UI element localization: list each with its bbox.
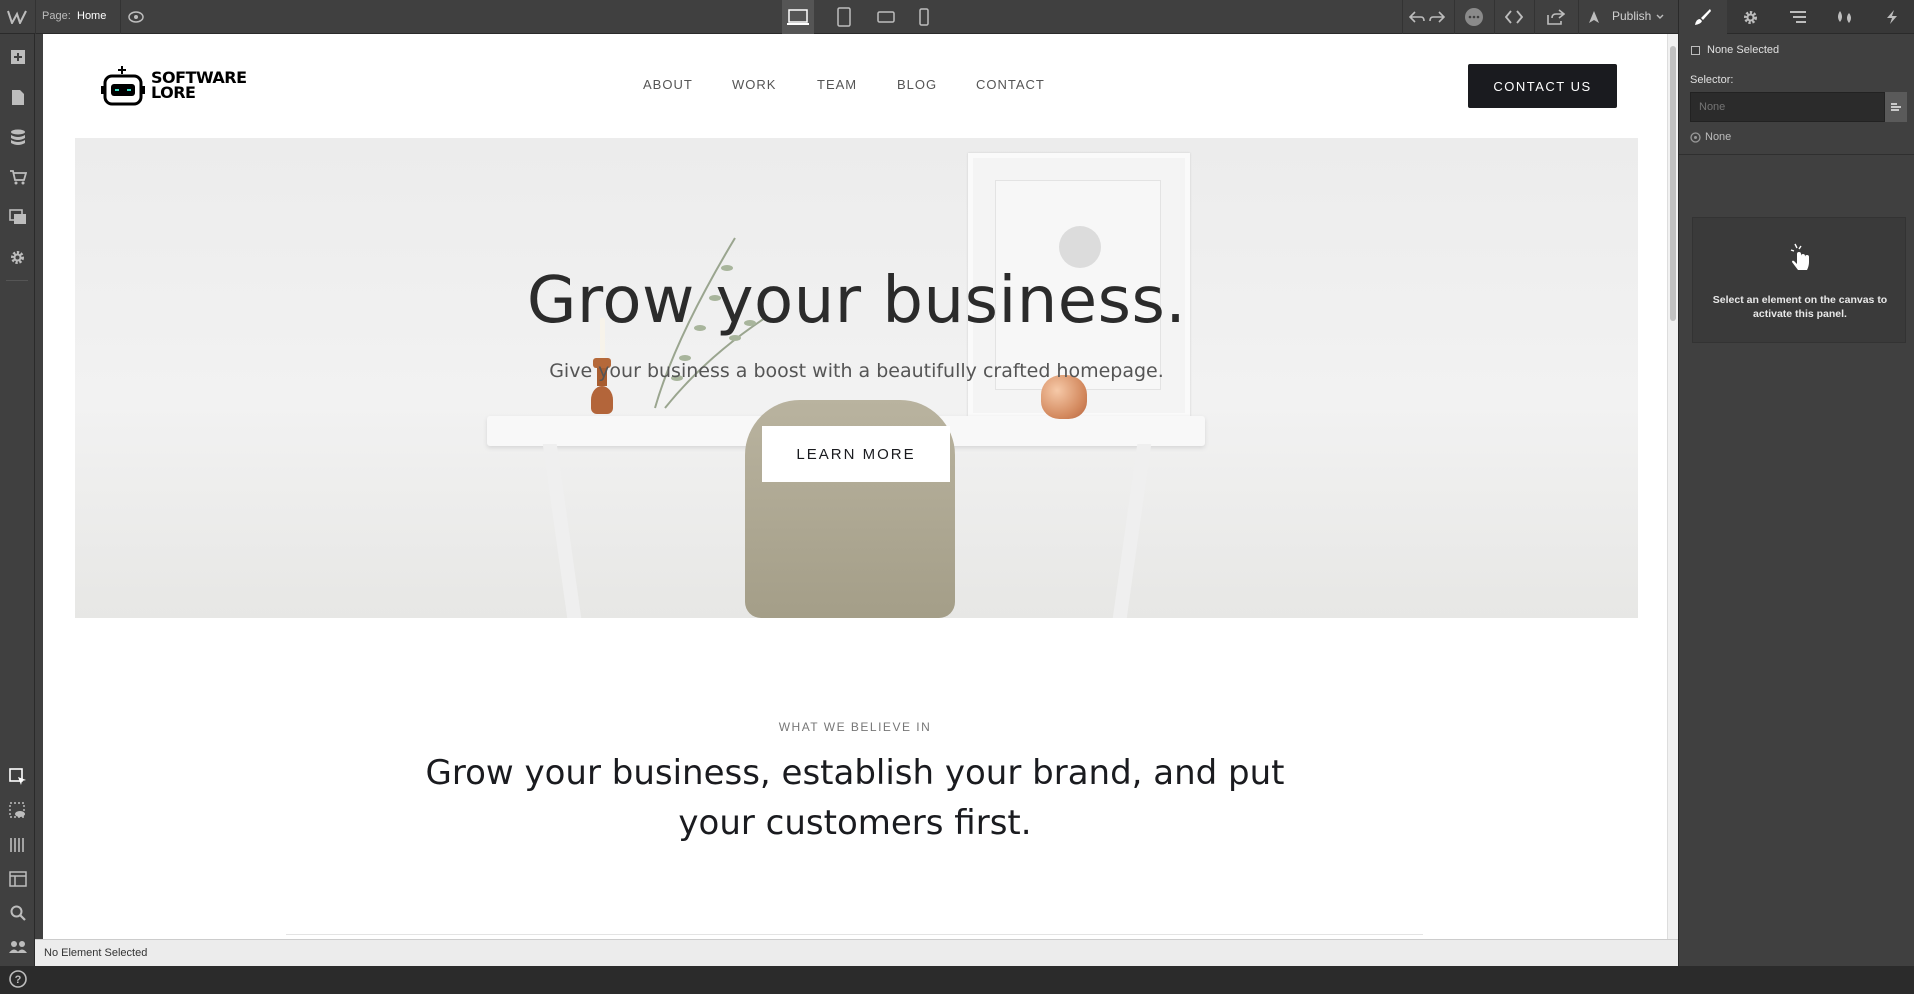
page-label: Page: — [42, 10, 71, 22]
svg-text:?: ? — [14, 974, 21, 986]
selector-menu-icon[interactable] — [1885, 92, 1907, 122]
xray-grid-icon[interactable] — [0, 830, 35, 860]
publish-label: Publish — [1612, 9, 1652, 23]
style-brush-icon[interactable] — [1679, 0, 1727, 34]
show-edges-icon[interactable] — [0, 796, 35, 826]
help-icon[interactable]: ? — [0, 964, 35, 994]
editor-top-bar: Page: Home Publish — [0, 0, 1678, 34]
empty-state-message: Select an element on the canvas to activ… — [1712, 294, 1888, 320]
comments-icon[interactable] — [1458, 0, 1490, 34]
code-export-icon[interactable] — [1498, 0, 1530, 34]
learn-more-label: LEARN MORE — [796, 445, 916, 463]
selector-label: Selector: — [1690, 74, 1734, 86]
hero-subtitle: Give your business a boost with a beauti… — [549, 360, 1164, 382]
section-eyebrow: WHAT WE BELIEVE IN — [778, 720, 932, 734]
desktop-view-icon[interactable] — [782, 0, 814, 34]
redo-icon[interactable] — [1426, 0, 1448, 34]
panel-tabs — [1679, 0, 1914, 34]
layout-preview-icon[interactable] — [0, 864, 35, 894]
site-logo[interactable]: SOFTWARE LORE — [99, 64, 249, 108]
add-panel-icon[interactable] — [0, 42, 35, 72]
main-nav: ABOUT WORK TEAM BLOG CONTACT — [643, 77, 1113, 97]
nav-link-contact[interactable]: CONTACT — [976, 77, 1045, 92]
swatches-drops-icon[interactable] — [1821, 0, 1868, 34]
page-name[interactable]: Home — [77, 10, 106, 22]
settings-gear-icon[interactable] — [0, 242, 35, 272]
element-settings-gear-icon[interactable] — [1727, 0, 1774, 34]
share-icon[interactable] — [1538, 0, 1574, 34]
none-selected-checkbox[interactable] — [1691, 46, 1700, 55]
empty-state-card: Select an element on the canvas to activ… — [1692, 217, 1906, 343]
editor-left-toolbar: ? — [0, 34, 35, 988]
section-heading: Grow your business, establish your brand… — [425, 753, 1285, 843]
editor-status-bar: No Element Selected — [35, 939, 1678, 966]
select-element-icon[interactable] — [0, 762, 35, 792]
pointer-hand-icon — [1785, 240, 1815, 274]
nav-link-about[interactable]: ABOUT — [643, 77, 693, 92]
robot-logo-icon — [101, 66, 145, 106]
preview-eye-icon[interactable] — [122, 0, 150, 34]
none-selected-label: None Selected — [1707, 44, 1780, 56]
search-icon[interactable] — [0, 898, 35, 928]
mobile-portrait-view-icon[interactable] — [908, 0, 940, 34]
tablet-view-icon[interactable] — [828, 0, 860, 34]
logo-text-line2: LORE — [151, 83, 196, 102]
canvas-scrollbar[interactable] — [1667, 34, 1678, 939]
designer-canvas-area: SOFTWARE LORE ABOUT WORK TEAM BLOG CONTA… — [35, 34, 1678, 939]
nav-link-team[interactable]: TEAM — [817, 77, 857, 92]
mobile-landscape-view-icon[interactable] — [870, 0, 902, 34]
ecommerce-cart-icon[interactable] — [0, 162, 35, 192]
learn-more-button[interactable]: LEARN MORE — [762, 426, 950, 482]
section-divider — [286, 934, 1423, 935]
status-text: No Element Selected — [44, 947, 148, 959]
nav-link-blog[interactable]: BLOG — [897, 77, 937, 92]
collaborators-icon[interactable] — [0, 932, 35, 962]
canvas-scrollbar-thumb[interactable] — [1670, 46, 1676, 321]
contact-us-label: CONTACT US — [1493, 78, 1592, 94]
hero-title: Grow your business. — [526, 264, 1187, 338]
assets-images-icon[interactable] — [0, 202, 35, 232]
state-label[interactable]: None — [1705, 131, 1731, 143]
hero-section[interactable]: Grow your business. Give your business a… — [75, 138, 1638, 618]
undo-icon[interactable] — [1406, 0, 1428, 34]
selector-input[interactable] — [1690, 92, 1885, 122]
state-icon — [1689, 130, 1701, 144]
nav-link-work[interactable]: WORK — [732, 77, 776, 92]
page-canvas[interactable]: SOFTWARE LORE ABOUT WORK TEAM BLOG CONTA… — [43, 34, 1667, 939]
rocket-icon — [1584, 0, 1604, 34]
style-panel: None Selected Selector: None Select an e… — [1678, 0, 1914, 966]
pages-icon[interactable] — [0, 82, 35, 112]
chevron-down-icon — [1654, 0, 1666, 34]
interactions-lightning-icon[interactable] — [1868, 0, 1914, 34]
cms-database-icon[interactable] — [0, 122, 35, 152]
navigator-icon[interactable] — [1774, 0, 1821, 34]
publish-button[interactable]: Publish — [1580, 0, 1670, 34]
webflow-logo-icon[interactable] — [5, 6, 29, 28]
contact-us-button[interactable]: CONTACT US — [1468, 64, 1617, 108]
